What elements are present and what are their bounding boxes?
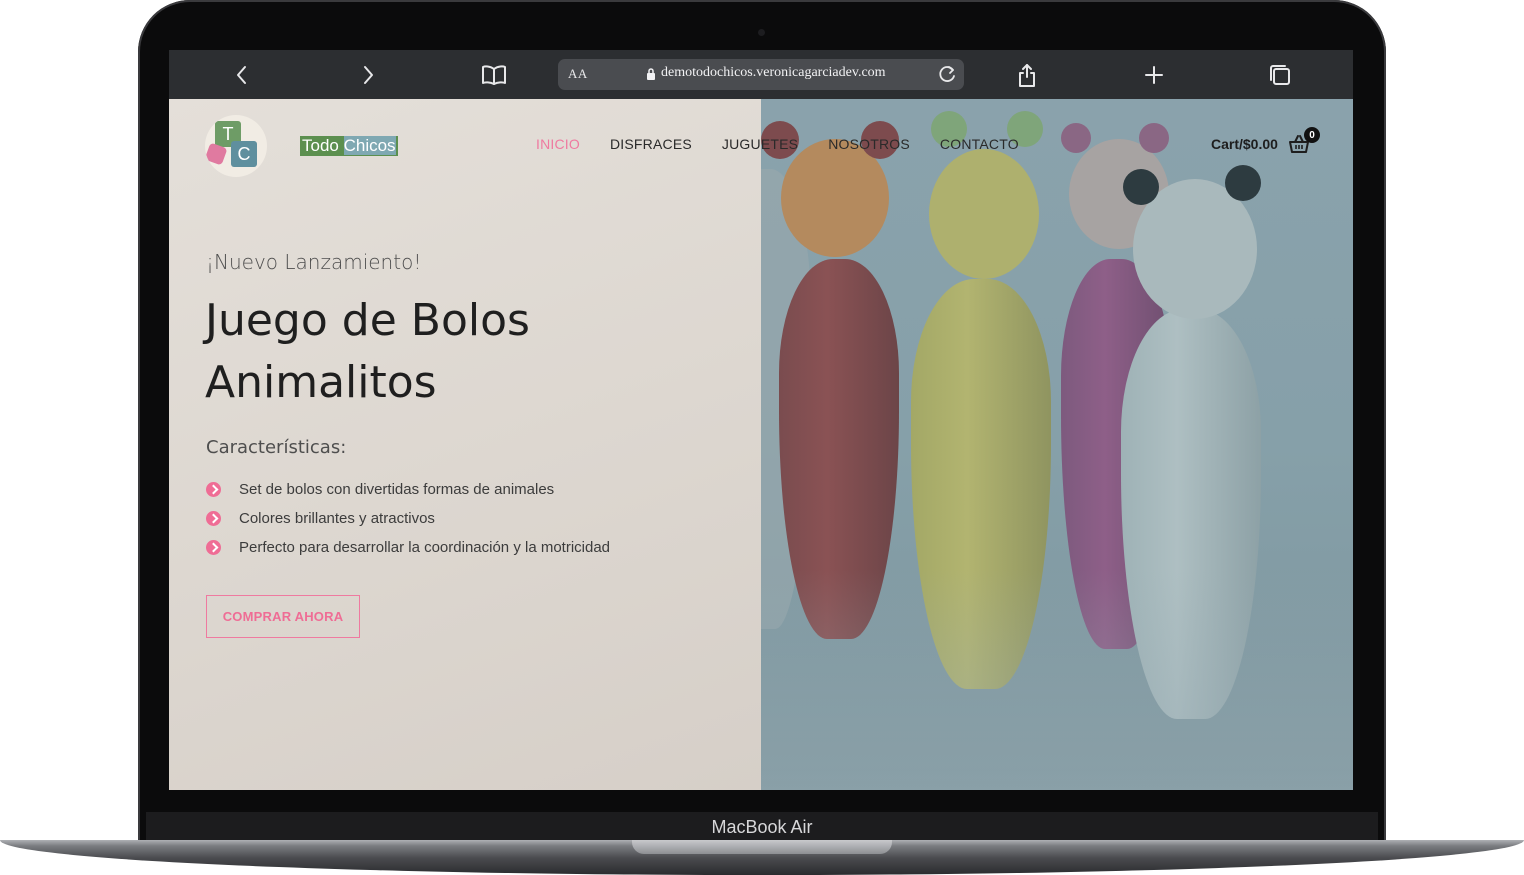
book-icon[interactable] bbox=[481, 62, 507, 88]
feature-list: Set de bolos con divertidas formas de an… bbox=[206, 475, 610, 562]
feature-text: Perfecto para desarrollar la coordinació… bbox=[239, 539, 611, 556]
website: T C Todo Chicos INICIO DISFRACES JUGUETE… bbox=[169, 99, 1353, 790]
arrow-circle-icon bbox=[206, 511, 221, 526]
floor-reflection bbox=[761, 569, 1353, 790]
reader-aa-button[interactable]: AA bbox=[568, 66, 588, 82]
nav-disfraces[interactable]: DISFRACES bbox=[610, 136, 692, 152]
plus-icon[interactable] bbox=[1141, 62, 1167, 88]
hero-eyebrow: ¡Nuevo Lanzamiento! bbox=[206, 250, 422, 274]
nav-inicio[interactable]: INICIO bbox=[536, 136, 580, 152]
address-bar[interactable]: AA demotodochicos.veronicagarciadev.com bbox=[558, 59, 964, 90]
feature-text: Colores brillantes y atractivos bbox=[239, 510, 435, 527]
arrow-circle-icon bbox=[206, 482, 221, 497]
feature-item: Perfecto para desarrollar la coordinació… bbox=[206, 533, 610, 562]
nav-juguetes[interactable]: JUGUETES bbox=[722, 136, 798, 152]
arrow-circle-icon bbox=[206, 540, 221, 555]
main-nav: INICIO DISFRACES JUGUETES NOSOTROS CONTA… bbox=[536, 136, 1019, 152]
pig-ear-right bbox=[1139, 123, 1169, 153]
cart-total[interactable]: Cart/$0.00 bbox=[1211, 136, 1278, 152]
reload-icon[interactable] bbox=[938, 64, 958, 84]
brand-part-1: Todo bbox=[302, 136, 344, 155]
nav-contacto[interactable]: CONTACTO bbox=[940, 136, 1019, 152]
url-text[interactable]: demotodochicos.veronicagarciadev.com bbox=[661, 65, 886, 81]
hero-image bbox=[761, 99, 1353, 790]
chevron-left-icon[interactable] bbox=[229, 62, 255, 88]
hero-title: Juego de Bolos Animalitos bbox=[205, 295, 530, 408]
browser-toolbar: AA demotodochicos.veronicagarciadev.com bbox=[169, 50, 1353, 99]
chevron-right-icon[interactable] bbox=[355, 62, 381, 88]
feature-item: Colores brillantes y atractivos bbox=[206, 504, 610, 533]
brand-part-2: Chicos bbox=[343, 136, 396, 155]
model-label: MacBook Air bbox=[711, 817, 813, 837]
buy-now-button[interactable]: COMPRAR AHORA bbox=[206, 595, 360, 638]
lock-icon bbox=[647, 68, 655, 80]
feature-item: Set de bolos con divertidas formas de an… bbox=[206, 475, 610, 504]
pig-ear-left bbox=[1061, 123, 1091, 153]
hinge-notch bbox=[632, 840, 892, 854]
logo[interactable]: T C bbox=[205, 115, 267, 177]
nav-nosotros[interactable]: NOSOTROS bbox=[828, 136, 910, 152]
tabs-icon[interactable] bbox=[1267, 62, 1293, 88]
features-title: Características: bbox=[206, 437, 347, 458]
feature-text: Set de bolos con divertidas formas de an… bbox=[239, 481, 555, 498]
panda-ear-left bbox=[1123, 169, 1159, 205]
camera bbox=[758, 29, 765, 36]
screen: AA demotodochicos.veronicagarciadev.com bbox=[169, 50, 1353, 790]
brand-name[interactable]: Todo Chicos bbox=[300, 136, 398, 156]
share-icon[interactable] bbox=[1014, 62, 1040, 88]
panda-ear-right bbox=[1225, 165, 1261, 201]
frog-head bbox=[929, 149, 1039, 279]
cart-count-badge: 0 bbox=[1304, 127, 1320, 143]
logo-letter-c: C bbox=[231, 141, 257, 167]
